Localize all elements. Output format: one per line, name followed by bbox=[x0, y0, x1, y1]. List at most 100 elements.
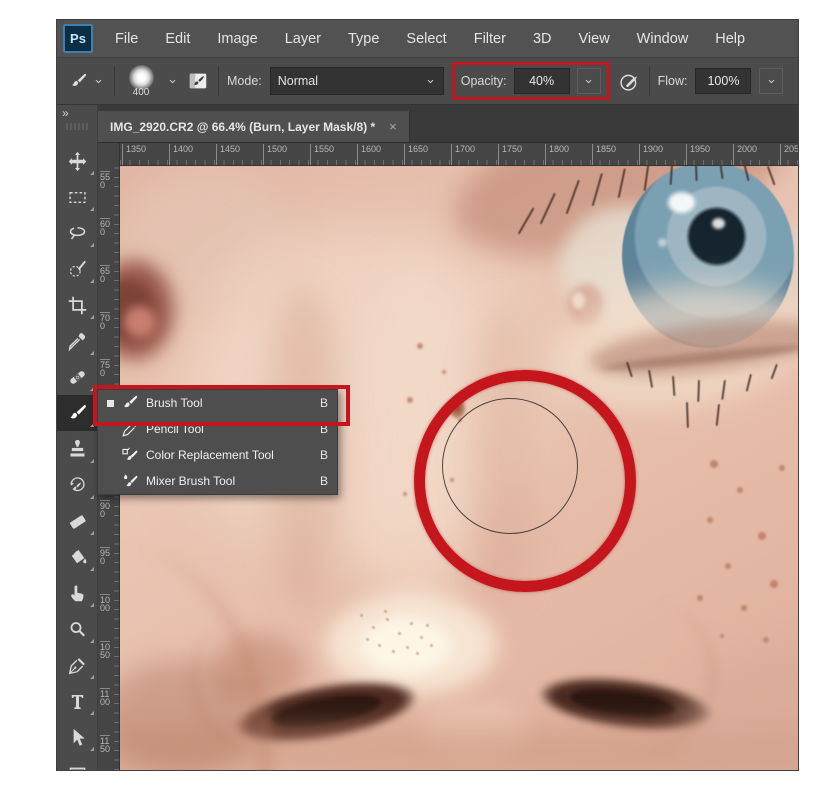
flyout-item-label: Pencil Tool bbox=[146, 422, 204, 436]
ruler-label: 2000 bbox=[733, 144, 757, 165]
menu-item[interactable]: Type bbox=[348, 31, 379, 47]
ruler-label: 1400 bbox=[169, 144, 193, 165]
ruler-label: 1050 bbox=[100, 641, 111, 660]
paint-bucket-tool[interactable] bbox=[57, 539, 97, 575]
separator bbox=[218, 66, 219, 96]
tool-icon bbox=[67, 439, 88, 460]
rectangular-marquee-tool[interactable] bbox=[57, 179, 97, 215]
menu-item[interactable]: Help bbox=[715, 31, 745, 47]
brush-cursor-circle bbox=[442, 398, 578, 534]
close-icon[interactable]: × bbox=[389, 120, 397, 133]
tab-bar: IMG_2920.CR2 @ 66.4% (Burn, Layer Mask/8… bbox=[98, 105, 798, 143]
lasso-tool[interactable] bbox=[57, 215, 97, 251]
photoshop-logo[interactable]: Ps bbox=[63, 24, 93, 53]
ruler-row: 1350 1400 1450 1500 1550 1600 1650 1700 1750 1800… bbox=[98, 143, 798, 167]
ruler-label: 1550 bbox=[310, 144, 334, 165]
toolbar-tools bbox=[57, 143, 97, 770]
tool-icon bbox=[67, 187, 88, 208]
ruler-label: 1700 bbox=[451, 144, 475, 165]
tool-preset-button[interactable] bbox=[67, 72, 106, 91]
history-brush-tool[interactable] bbox=[57, 467, 97, 503]
pen-tool[interactable] bbox=[57, 647, 97, 683]
ruler-label: 600 bbox=[100, 218, 111, 237]
flow-dropdown-button[interactable] bbox=[759, 68, 784, 94]
current-tool-marker bbox=[107, 399, 114, 407]
path-selection-tool[interactable] bbox=[57, 719, 97, 755]
crop-tool[interactable] bbox=[57, 287, 97, 323]
menu-item[interactable]: File bbox=[115, 31, 138, 47]
mode-label: Mode: bbox=[227, 74, 262, 88]
rectangle-tool[interactable] bbox=[57, 755, 97, 770]
blend-mode-dropdown[interactable]: Normal bbox=[269, 67, 444, 95]
menu-item[interactable]: View bbox=[579, 31, 610, 47]
ruler-label: 550 bbox=[100, 171, 111, 190]
flyout-item-brush-tool[interactable]: Brush Tool B bbox=[98, 390, 337, 416]
brush-tool[interactable] bbox=[57, 395, 97, 431]
tool-icon bbox=[67, 655, 88, 676]
flyout-item-shortcut: B bbox=[319, 448, 328, 462]
toggle-brush-settings-panel-button[interactable] bbox=[186, 70, 210, 92]
tool-icon bbox=[67, 295, 88, 316]
menu-items: File Edit Image Layer Type Select Filter 3D View… bbox=[109, 31, 745, 47]
ruler-corner bbox=[98, 143, 120, 167]
opacity-field[interactable]: 40% bbox=[513, 68, 570, 94]
menu-item[interactable]: 3D bbox=[533, 31, 552, 47]
tool-icon bbox=[67, 331, 88, 352]
blend-mode-value: Normal bbox=[277, 74, 319, 88]
flow-field[interactable]: 100% bbox=[695, 68, 752, 94]
menu-item[interactable]: Layer bbox=[285, 31, 321, 47]
brush-preset-picker[interactable]: 400 bbox=[123, 64, 159, 98]
menu-bar: Ps File Edit Image Layer Type Select Filter 3D V… bbox=[57, 20, 798, 57]
menu-item[interactable]: Edit bbox=[165, 31, 190, 47]
dodge-tool[interactable] bbox=[57, 611, 97, 647]
move-tool[interactable] bbox=[57, 143, 97, 179]
flyout-item-label: Mixer Brush Tool bbox=[146, 474, 236, 488]
airbrush-toggle-button[interactable] bbox=[618, 70, 641, 93]
flyout-item-label: Brush Tool bbox=[146, 396, 203, 410]
ruler-label: 1000 bbox=[100, 594, 111, 613]
double-chevron-icon: » bbox=[62, 106, 69, 120]
tool-icon bbox=[67, 691, 88, 712]
flyout-item-mixer-brush-tool[interactable]: Mixer Brush Tool B bbox=[98, 468, 337, 494]
brush-tools-flyout-menu: Brush Tool B Pencil Tool B Color Replace… bbox=[97, 389, 338, 495]
eraser-tool[interactable] bbox=[57, 503, 97, 539]
quick-selection-tool[interactable] bbox=[57, 251, 97, 287]
ruler-label: 2050 bbox=[780, 144, 798, 165]
flyout-item-shortcut: B bbox=[319, 474, 328, 488]
flyout-item-pencil-tool[interactable]: Pencil Tool B bbox=[98, 416, 337, 442]
menu-item[interactable]: Window bbox=[637, 31, 689, 47]
flyout-item-shortcut: B bbox=[319, 396, 328, 410]
flyout-item-color-replacement-tool[interactable]: Color Replacement Tool B bbox=[98, 442, 337, 468]
ruler-label: 1350 bbox=[122, 144, 146, 165]
separator bbox=[648, 66, 650, 96]
ruler-label: 900 bbox=[100, 500, 111, 519]
ruler-label: 1150 bbox=[100, 735, 111, 754]
flyout-item-label: Color Replacement Tool bbox=[146, 448, 274, 462]
spot-healing-brush-tool[interactable] bbox=[57, 359, 97, 395]
menu-item[interactable]: Filter bbox=[474, 31, 506, 47]
clone-stamp-tool[interactable] bbox=[57, 431, 97, 467]
document-tab[interactable]: IMG_2920.CR2 @ 66.4% (Burn, Layer Mask/8… bbox=[98, 111, 410, 142]
horizontal-ruler[interactable]: 1350 1400 1450 1500 1550 1600 1650 1700 1750 1800… bbox=[120, 143, 798, 166]
menu-item[interactable]: Select bbox=[406, 31, 446, 47]
eyedropper-tool[interactable] bbox=[57, 323, 97, 359]
toolbar-grip[interactable] bbox=[66, 123, 88, 130]
tool-icon bbox=[67, 619, 88, 640]
ruler-label: 1500 bbox=[263, 144, 287, 165]
photo-nose-pores bbox=[120, 166, 123, 169]
chevron-down-icon[interactable] bbox=[167, 76, 178, 87]
ruler-label: 1450 bbox=[216, 144, 240, 165]
brush-icon bbox=[69, 72, 88, 91]
brush-size-value: 400 bbox=[132, 86, 150, 98]
opacity-label: Opacity: bbox=[460, 74, 507, 88]
tool-icon bbox=[67, 583, 88, 604]
toolbar-collapse[interactable]: » bbox=[57, 105, 97, 143]
photo-eye-highlight bbox=[658, 238, 667, 247]
type-tool[interactable] bbox=[57, 683, 97, 719]
ruler-label: 1850 bbox=[592, 144, 616, 165]
opacity-dropdown-button[interactable] bbox=[576, 68, 601, 94]
smudge-tool[interactable] bbox=[57, 575, 97, 611]
screenshot-page: Ps File Edit Image Layer Type Select Filter 3D V… bbox=[0, 0, 840, 785]
tool-icon bbox=[67, 547, 88, 568]
menu-item[interactable]: Image bbox=[217, 31, 257, 47]
